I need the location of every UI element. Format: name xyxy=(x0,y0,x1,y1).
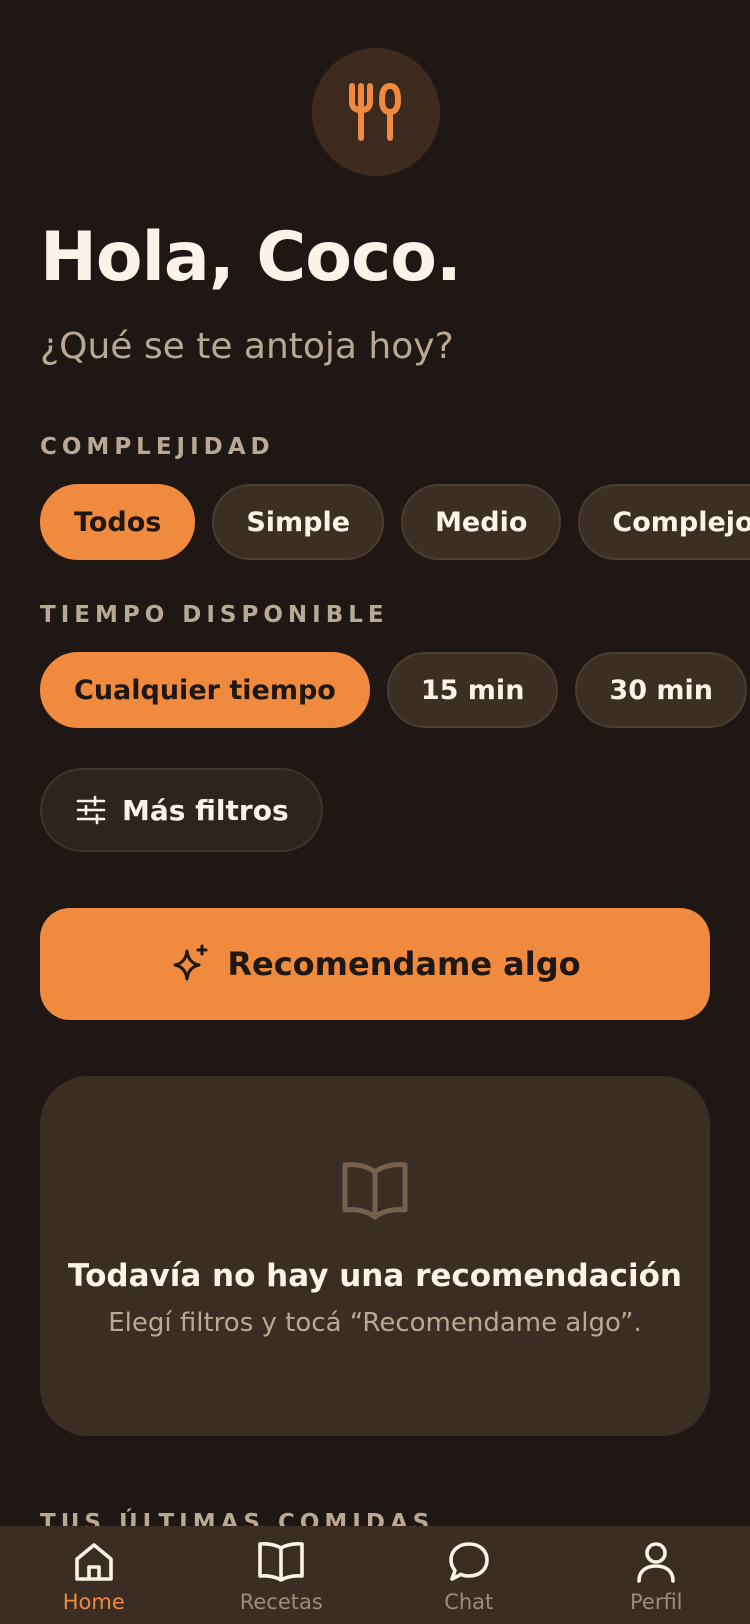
chip-complexity-medio[interactable]: Medio xyxy=(401,484,562,560)
time-section-label: TIEMPO DISPONIBLE xyxy=(40,602,389,628)
time-chip-row: Cualquier tiempo 15 min 30 min xyxy=(40,652,750,728)
sparkles-icon xyxy=(173,944,208,981)
chip-time-any[interactable]: Cualquier tiempo xyxy=(40,652,370,728)
greeting-subtitle: ¿Qué se te antoja hoy? xyxy=(40,326,454,367)
greeting-title: Hola, Coco. xyxy=(40,218,462,297)
book-icon xyxy=(258,1542,305,1582)
tab-home[interactable]: Home xyxy=(14,1526,174,1614)
open-book-icon xyxy=(342,1162,408,1220)
complexity-chip-row: Todos Simple Medio Complejo xyxy=(40,484,750,560)
tab-chat[interactable]: Chat xyxy=(389,1526,549,1614)
chip-time-15[interactable]: 15 min xyxy=(386,652,559,728)
tab-recetas-label: Recetas xyxy=(239,1590,323,1614)
user-icon xyxy=(637,1542,676,1583)
app-logo xyxy=(312,48,440,176)
home-screen: Hola, Coco. ¿Qué se te antoja hoy? COMPL… xyxy=(0,0,750,1624)
more-filters-label: Más filtros xyxy=(122,793,289,827)
sliders-icon xyxy=(76,795,106,825)
bottom-tab-bar: Home Recetas Chat Perfil xyxy=(0,1526,750,1624)
chip-time-30[interactable]: 30 min xyxy=(575,652,748,728)
tab-home-label: Home xyxy=(62,1590,125,1614)
complexity-section-label: COMPLEJIDAD xyxy=(40,434,275,460)
empty-state-description: Elegí filtros y tocá “Recomendame algo”. xyxy=(108,1308,642,1338)
tab-perfil[interactable]: Perfil xyxy=(576,1526,736,1614)
tab-chat-label: Chat xyxy=(444,1590,494,1614)
tab-perfil-label: Perfil xyxy=(629,1590,683,1614)
empty-recommendation-card: Todavía no hay una recomendación Elegí f… xyxy=(40,1076,710,1436)
chip-complexity-todos[interactable]: Todos xyxy=(40,484,196,560)
chip-complexity-simple[interactable]: Simple xyxy=(212,484,385,560)
chat-bubble-icon xyxy=(448,1542,489,1581)
chip-complexity-complejo[interactable]: Complejo xyxy=(578,484,750,560)
tab-recetas[interactable]: Recetas xyxy=(201,1526,361,1614)
empty-state-title: Todavía no hay una recomendación xyxy=(68,1258,682,1294)
recommend-label: Recomendame algo xyxy=(227,945,581,983)
home-icon xyxy=(74,1543,113,1581)
fork-knife-icon xyxy=(349,83,401,141)
more-filters-button[interactable]: Más filtros xyxy=(40,768,323,852)
recommend-button[interactable]: Recomendame algo xyxy=(40,908,710,1020)
